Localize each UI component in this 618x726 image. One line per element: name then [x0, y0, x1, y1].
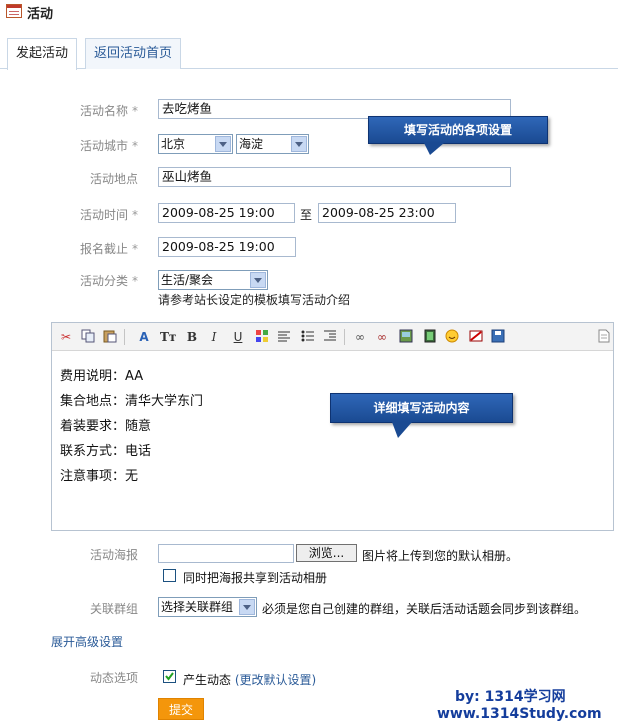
settings-callout: 填写活动的各项设置: [368, 116, 548, 144]
copy-icon[interactable]: [80, 329, 96, 345]
clear-format-icon[interactable]: [468, 329, 484, 345]
time-separator: 至: [300, 208, 313, 222]
feed-checkbox[interactable]: [163, 670, 176, 683]
district-select[interactable]: 海淀: [236, 134, 309, 154]
content-line-notes: 注意事项：无: [60, 469, 139, 484]
group-label: 关联群组: [89, 602, 138, 616]
content-line-dress: 着装要求：随意: [60, 419, 152, 434]
paste-icon[interactable]: [102, 329, 118, 345]
category-label: 活动分类 *: [79, 274, 138, 288]
save-icon[interactable]: [490, 329, 506, 345]
page-title: 活动: [27, 7, 54, 22]
tab-create-activity[interactable]: 发起活动: [7, 38, 78, 70]
unlink-icon[interactable]: ∞: [374, 329, 390, 345]
watermark-line-1: by: 1314学习网: [455, 689, 566, 705]
list-icon[interactable]: [300, 329, 316, 345]
content-callout: 详细填写活动内容: [330, 393, 513, 423]
toolbar-separator: [344, 329, 345, 345]
share-poster-label: 同时把海报共享到活动相册: [183, 571, 328, 585]
deadline-label: 报名截止 *: [79, 242, 138, 256]
province-select[interactable]: 北京: [158, 134, 233, 154]
chevron-down-icon: [291, 136, 307, 152]
group-note: 必须是您自己创建的群组，关联后活动话题会同步到该群组。: [262, 602, 587, 616]
callout-tail: [424, 143, 444, 155]
bold-icon[interactable]: B: [184, 329, 200, 345]
callout-tail: [392, 422, 412, 438]
toolbar-separator: [124, 329, 125, 345]
source-icon[interactable]: [596, 329, 612, 345]
expand-advanced-link[interactable]: 展开高级设置: [51, 633, 123, 650]
editor-toolbar: ✂ A Tт B I U ∞ ∞: [52, 323, 613, 351]
feed-option-label: 产生动态 (更改默认设置): [183, 673, 317, 687]
submit-button[interactable]: 提交: [158, 698, 204, 720]
text-color-icon[interactable]: [254, 329, 270, 345]
name-label: 活动名称 *: [79, 104, 138, 118]
content-line-contact: 联系方式：电话: [60, 444, 152, 459]
chevron-down-icon: [239, 599, 255, 615]
watermark-line-2: www.1314Study.com: [437, 706, 602, 722]
poster-label: 活动海报: [89, 548, 138, 562]
category-hint: 请参考站长设定的模板填写活动介绍: [158, 293, 351, 307]
time-label: 活动时间 *: [79, 208, 138, 222]
browse-button[interactable]: 浏览...: [296, 544, 357, 562]
activity-icon: [6, 4, 22, 18]
smiley-icon[interactable]: [444, 329, 460, 345]
checkmark-icon: [165, 672, 174, 681]
image-icon[interactable]: [398, 329, 414, 345]
font-size-icon[interactable]: Tт: [160, 329, 176, 345]
place-label: 活动地点: [89, 172, 138, 186]
share-poster-checkbox[interactable]: [163, 569, 176, 582]
chevron-down-icon: [215, 136, 231, 152]
place-input[interactable]: 巫山烤鱼: [158, 167, 511, 187]
italic-icon[interactable]: I: [206, 329, 222, 345]
content-line-fee: 费用说明：AA: [60, 369, 144, 384]
poster-note: 图片将上传到您的默认相册。: [362, 549, 519, 563]
chevron-down-icon: [250, 272, 266, 288]
content-line-meeting-place: 集合地点：清华大学东门: [60, 394, 204, 409]
link-icon[interactable]: ∞: [352, 329, 368, 345]
category-select[interactable]: 生活/聚会: [158, 270, 268, 290]
city-label: 活动城市 *: [79, 139, 138, 153]
change-default-settings-link[interactable]: (更改默认设置): [235, 673, 316, 687]
poster-file-input[interactable]: [158, 544, 294, 563]
underline-icon[interactable]: U: [230, 329, 246, 345]
feed-label: 动态选项: [89, 671, 138, 685]
end-time-input[interactable]: 2009-08-25 23:00: [318, 203, 456, 223]
tab-back-to-home[interactable]: 返回活动首页: [85, 38, 182, 69]
find-replace-icon[interactable]: A: [136, 329, 152, 345]
group-select[interactable]: 选择关联群组: [158, 597, 257, 617]
deadline-input[interactable]: 2009-08-25 19:00: [158, 237, 296, 257]
content-editor[interactable]: ✂ A Tт B I U ∞ ∞ 费用说明：AA 集合地点：清华大学东门 着装要…: [51, 322, 614, 531]
cut-icon[interactable]: ✂: [58, 329, 74, 345]
video-icon[interactable]: [422, 329, 438, 345]
indent-icon[interactable]: [322, 329, 338, 345]
align-icon[interactable]: [276, 329, 292, 345]
start-time-input[interactable]: 2009-08-25 19:00: [158, 203, 295, 223]
